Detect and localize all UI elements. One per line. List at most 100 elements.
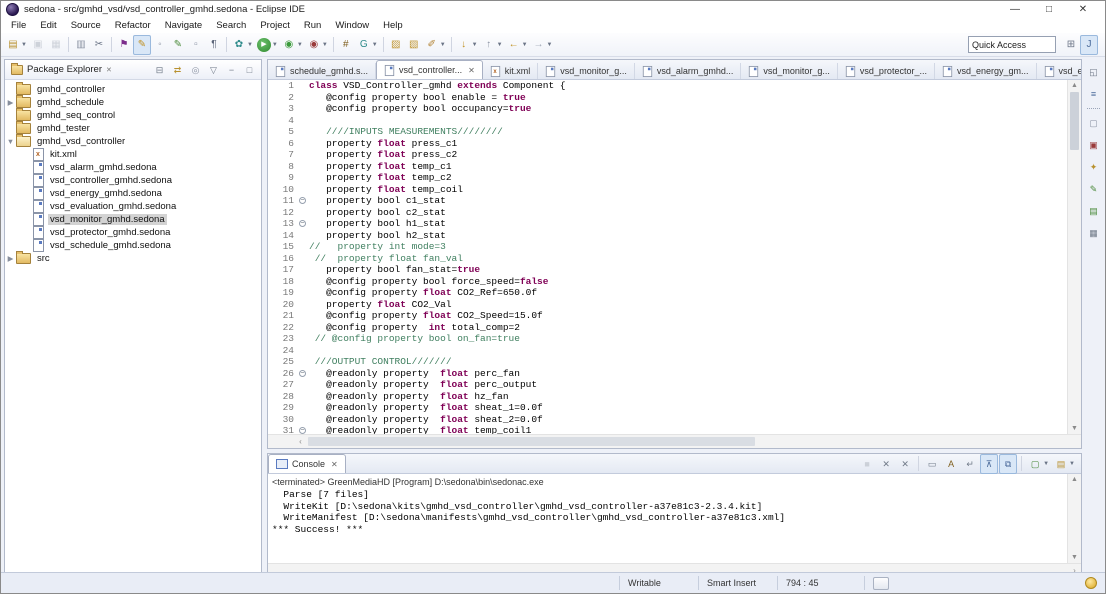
code-line-19[interactable]: 19 @config property float CO2_Ref=650.0f <box>268 287 1067 299</box>
outline-view-icon[interactable]: ≡ <box>1086 84 1102 104</box>
code-line-22[interactable]: 22 @config property int total_comp=2 <box>268 322 1067 334</box>
menu-edit[interactable]: Edit <box>33 20 63 31</box>
code-line-10[interactable]: 10 property float temp_coil <box>268 184 1067 196</box>
code-line-17[interactable]: 17 property bool fan_stat=true <box>268 264 1067 276</box>
console-scroll-down-icon[interactable]: ▼ <box>1068 552 1081 563</box>
view-menu-icon[interactable]: ▽ <box>205 60 222 80</box>
code-line-2[interactable]: 2 @config property bool enable = true <box>268 92 1067 104</box>
code-line-6[interactable]: 6 property float press_c1 <box>268 138 1067 150</box>
maximize-view-icon[interactable]: □ <box>241 60 258 80</box>
menu-run[interactable]: Run <box>297 20 328 31</box>
editor-tab-vsd_monitor_g[interactable]: vsd_monitor_g... <box>741 63 838 79</box>
tree-item-kit.xml[interactable]: kit.xml <box>22 148 261 161</box>
editor-vertical-scrollbar[interactable]: ▲ ▼ <box>1067 80 1081 434</box>
code-line-23[interactable]: 23 // @config property bool on_fan=true <box>268 333 1067 345</box>
tab-close-icon[interactable]: ✕ <box>468 66 475 75</box>
save-all-icon[interactable]: ▦ <box>47 35 65 55</box>
scroll-left-icon[interactable]: ‹ <box>294 435 307 448</box>
code-line-14[interactable]: 14 property bool h2_stat <box>268 230 1067 242</box>
status-tool-icon[interactable] <box>873 577 889 590</box>
coverage-icon[interactable]: ◉▼ <box>280 35 305 55</box>
menu-source[interactable]: Source <box>64 20 108 31</box>
tree-item-gmhd_tester[interactable]: gmhd_tester <box>5 122 261 135</box>
editor-hscroll-thumb[interactable] <box>308 437 755 446</box>
scroll-up-icon[interactable]: ▲ <box>1068 80 1081 91</box>
code-line-13[interactable]: 13− property bool h1_stat <box>268 218 1067 230</box>
tree-expander-icon[interactable]: ▼ <box>5 137 16 146</box>
open-perspective-icon[interactable]: ⊞ <box>1062 35 1080 55</box>
tree-item-gmhd_schedule[interactable]: ▶gmhd_schedule <box>5 96 261 109</box>
code-line-18[interactable]: 18 @config property bool force_speed=fal… <box>268 276 1067 288</box>
edit-config-icon[interactable]: ✎ <box>169 35 187 55</box>
code-line-15[interactable]: 15// property int mode=3 <box>268 241 1067 253</box>
dropdown-arrow-icon[interactable]: ▼ <box>247 42 253 48</box>
tree-expander-icon[interactable]: ▶ <box>5 98 16 107</box>
code-line-21[interactable]: 21 @config property float CO2_Speed=15.0… <box>268 310 1067 322</box>
new-package-icon[interactable]: # <box>337 35 355 55</box>
terminate-icon[interactable]: ■ <box>858 454 876 474</box>
tree-item-vsd_protector_gmhd.sedona[interactable]: vsd_protector_gmhd.sedona <box>22 226 261 239</box>
code-line-7[interactable]: 7 property float press_c2 <box>268 149 1067 161</box>
minimize-button[interactable]: — <box>998 2 1032 18</box>
run-icon[interactable]: ▶▼ <box>255 35 280 55</box>
editor-vscroll-thumb[interactable] <box>1070 92 1079 150</box>
tree-item-vsd_energy_gmhd.sedona[interactable]: vsd_energy_gmhd.sedona <box>22 187 261 200</box>
clear-console-icon[interactable]: ▭ <box>923 454 941 474</box>
editor-tab-schedule_gmhd.s[interactable]: schedule_gmhd.s... <box>268 63 376 79</box>
code-line-16[interactable]: 16 // property float fan_val <box>268 253 1067 265</box>
next-annotation-icon[interactable]: ↑▼ <box>480 35 505 55</box>
fold-marker-icon[interactable]: − <box>297 368 309 380</box>
format-source-icon[interactable]: ▫ <box>187 35 205 55</box>
dropdown-arrow-icon[interactable]: ▼ <box>272 42 278 48</box>
code-line-30[interactable]: 30 @readonly property float sheat_2=0.0f <box>268 414 1067 426</box>
tree-item-gmhd_controller[interactable]: gmhd_controller <box>5 83 261 96</box>
menu-search[interactable]: Search <box>209 20 253 31</box>
console-tab[interactable]: Console ✕ <box>268 454 346 473</box>
notification-icon[interactable] <box>1085 577 1097 589</box>
fold-marker-icon[interactable]: − <box>297 218 309 230</box>
last-edit-location-icon[interactable]: ↓▼ <box>455 35 480 55</box>
minimized-view-4-icon[interactable]: ✎ <box>1086 179 1102 199</box>
word-wrap-icon[interactable]: ↵ <box>961 454 979 474</box>
tree-item-vsd_schedule_gmhd.sedona[interactable]: vsd_schedule_gmhd.sedona <box>22 239 261 252</box>
display-selected-console-icon[interactable]: ▢▼ <box>1026 454 1051 474</box>
restore-views-icon[interactable]: ◱ <box>1086 62 1102 82</box>
tree-item-vsd_alarm_gmhd.sedona[interactable]: vsd_alarm_gmhd.sedona <box>22 161 261 174</box>
code-line-11[interactable]: 11− property bool c1_stat <box>268 195 1067 207</box>
dropdown-arrow-icon[interactable]: ▼ <box>372 42 378 48</box>
tree-item-src[interactable]: ▶src <box>5 252 261 265</box>
toggle-highlight-icon[interactable]: ✎ <box>133 35 151 55</box>
minimized-view-2-icon[interactable]: ▣ <box>1086 135 1102 155</box>
code-line-20[interactable]: 20 property float CO2_Val <box>268 299 1067 311</box>
mark-occurrences-icon[interactable]: ◦ <box>151 35 169 55</box>
console-tab-close-icon[interactable]: ✕ <box>331 460 338 469</box>
code-line-5[interactable]: 5 ////INPUTS MEASUREMENTS//////// <box>268 126 1067 138</box>
pin-console-icon[interactable]: ⊼ <box>980 454 998 474</box>
profile-icon[interactable]: ◉▼ <box>305 35 330 55</box>
code-editor[interactable]: 1class VSD_Controller_gmhd extends Compo… <box>268 80 1067 434</box>
editor-tab-vsd_energy_gm[interactable]: vsd_energy_gm... <box>935 63 1037 79</box>
new-wizard-icon[interactable]: ▤▼ <box>4 35 29 55</box>
dropdown-arrow-icon[interactable]: ▼ <box>1069 461 1075 467</box>
menu-window[interactable]: Window <box>328 20 376 31</box>
back-icon[interactable]: ←▼ <box>505 35 530 55</box>
dropdown-arrow-icon[interactable]: ▼ <box>297 42 303 48</box>
open-file-icon[interactable]: ▧ <box>405 35 423 55</box>
editor-horizontal-scrollbar[interactable]: ‹ <box>268 434 1081 448</box>
code-line-24[interactable]: 24 <box>268 345 1067 357</box>
open-folder-icon[interactable]: ▨ <box>387 35 405 55</box>
code-line-12[interactable]: 12 property bool c2_stat <box>268 207 1067 219</box>
tree-expander-icon[interactable]: ▶ <box>5 254 16 263</box>
remove-launch-icon[interactable]: ✕ <box>877 454 895 474</box>
dropdown-arrow-icon[interactable]: ▼ <box>472 42 478 48</box>
show-console-output-icon[interactable]: ⧉ <box>999 454 1017 474</box>
editor-tab-vsd_monitor_g[interactable]: vsd_monitor_g... <box>538 63 635 79</box>
tree-item-gmhd_vsd_controller[interactable]: ▼gmhd_vsd_controller <box>5 135 261 148</box>
tree-item-vsd_monitor_gmhd.sedona[interactable]: vsd_monitor_gmhd.sedona <box>22 213 261 226</box>
menu-refactor[interactable]: Refactor <box>108 20 158 31</box>
dropdown-arrow-icon[interactable]: ▼ <box>547 42 553 48</box>
code-line-8[interactable]: 8 property float temp_c1 <box>268 161 1067 173</box>
dropdown-arrow-icon[interactable]: ▼ <box>322 42 328 48</box>
console-output[interactable]: Parse [7 files] WriteKit [D:\sedona\kits… <box>268 489 1067 563</box>
code-line-27[interactable]: 27 @readonly property float perc_output <box>268 379 1067 391</box>
